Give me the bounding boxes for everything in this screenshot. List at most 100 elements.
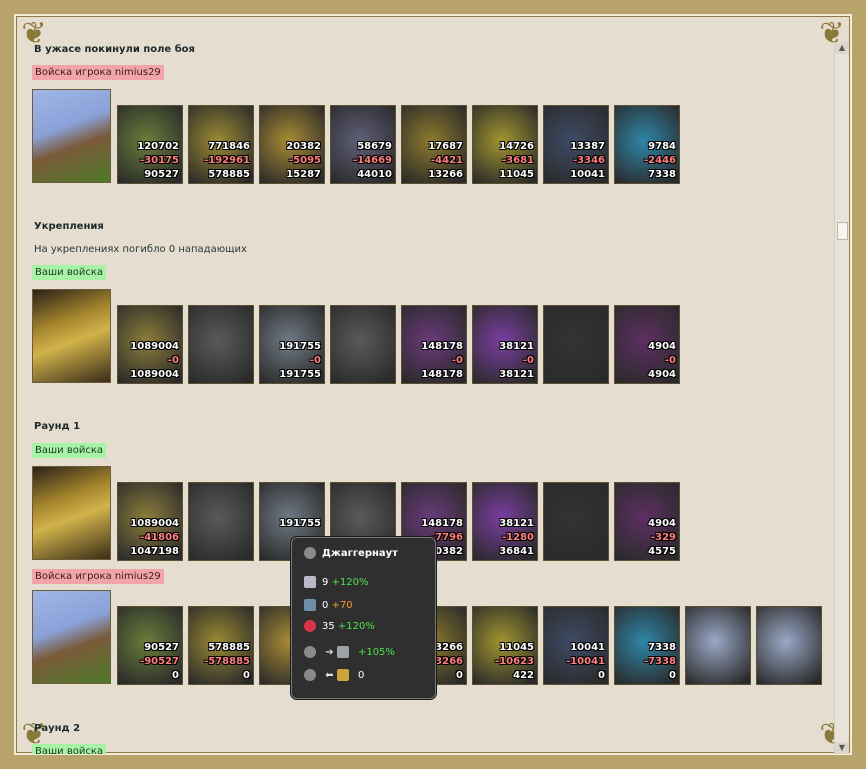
tooltip-title: Джаггернаут bbox=[322, 548, 398, 559]
unit-count-remaining: 44010 bbox=[357, 169, 392, 180]
unit-count-start: 191755 bbox=[279, 518, 321, 529]
unit-count-start: 38121 bbox=[499, 341, 534, 352]
unit-count-start: 20382 bbox=[286, 141, 321, 152]
enemy-army-tag: Войска игрока nimius29 bbox=[32, 569, 164, 584]
unit-count-lost: -90527 bbox=[140, 656, 179, 667]
unit-count-lost: -7338 bbox=[644, 656, 676, 667]
unit-portrait-icon bbox=[189, 483, 253, 560]
own-army-tag: Ваши войска bbox=[32, 744, 106, 754]
defense-bonus: +70 bbox=[331, 600, 353, 611]
unit-count-lost: -3346 bbox=[573, 155, 605, 166]
unit-card[interactable] bbox=[188, 482, 254, 561]
unit-count-remaining: 10041 bbox=[570, 169, 605, 180]
attack-value: 9 bbox=[322, 577, 329, 588]
unit-count-lost: -10623 bbox=[495, 656, 534, 667]
unit-portrait-icon bbox=[331, 306, 395, 383]
unit-card[interactable]: 4904 -0 4904 bbox=[614, 305, 680, 384]
unit-card[interactable]: 11045 -10623 422 bbox=[472, 606, 538, 685]
unit-count-lost: -1280 bbox=[502, 532, 534, 543]
unit-count-remaining: 11045 bbox=[499, 169, 534, 180]
scroll-thumb[interactable] bbox=[837, 222, 848, 240]
section-title-fled: В ужасе покинули поле боя bbox=[34, 44, 195, 55]
unit-card[interactable]: 38121 -0 38121 bbox=[472, 305, 538, 384]
unit-count-start: 11045 bbox=[499, 642, 534, 653]
scroll-up-arrow-icon[interactable]: ▲ bbox=[835, 42, 849, 54]
own-hero-portrait[interactable] bbox=[32, 289, 111, 383]
unit-card[interactable]: 20382 -5095 15287 bbox=[259, 105, 325, 184]
unit-portrait-icon bbox=[189, 306, 253, 383]
unit-count-remaining: 4575 bbox=[648, 546, 676, 557]
unit-card[interactable]: 14726 -3681 11045 bbox=[472, 105, 538, 184]
unit-card[interactable]: 148178 -0 148178 bbox=[401, 305, 467, 384]
unit-card[interactable]: 771846 -192961 578885 bbox=[188, 105, 254, 184]
unit-count-remaining: 13266 bbox=[428, 169, 463, 180]
unit-card[interactable]: 10041 -10041 0 bbox=[543, 606, 609, 685]
unit-count-remaining: 422 bbox=[513, 670, 534, 681]
unit-card[interactable]: 90527 -90527 0 bbox=[117, 606, 183, 685]
unit-count-lost: -0 bbox=[309, 355, 321, 366]
unit-count-start: 771846 bbox=[208, 141, 250, 152]
unit-card[interactable]: 578885 -578885 0 bbox=[188, 606, 254, 685]
unit-count-start: 17687 bbox=[428, 141, 463, 152]
unit-card[interactable] bbox=[756, 606, 822, 685]
unit-count-start: 7338 bbox=[648, 642, 676, 653]
unit-count-remaining: 4904 bbox=[648, 369, 676, 380]
unit-count-start: 14726 bbox=[499, 141, 534, 152]
unit-count-remaining: 7338 bbox=[648, 169, 676, 180]
health-bonus: +120% bbox=[337, 621, 375, 632]
unit-count-start: 4904 bbox=[648, 341, 676, 352]
unit-count-start: 148178 bbox=[421, 341, 463, 352]
unit-card[interactable]: 7338 -7338 0 bbox=[614, 606, 680, 685]
unit-count-lost: -30175 bbox=[140, 155, 179, 166]
enemy-army-tag: Войска игрока nimius29 bbox=[32, 65, 164, 80]
unit-count-remaining: 191755 bbox=[279, 369, 321, 380]
unit-count-lost: -10041 bbox=[566, 656, 605, 667]
unit-count-start: 1089004 bbox=[130, 341, 179, 352]
unit-card[interactable]: 191755 -0 191755 bbox=[259, 305, 325, 384]
unit-card[interactable] bbox=[685, 606, 751, 685]
unit-count-start: 10041 bbox=[570, 642, 605, 653]
unit-count-remaining: 36841 bbox=[499, 546, 534, 557]
scroll-down-arrow-icon[interactable]: ▼ bbox=[835, 742, 849, 754]
unit-card[interactable]: 4904 -329 4575 bbox=[614, 482, 680, 561]
row5-value: 0 bbox=[357, 670, 365, 681]
unit-card[interactable]: 1089004 -0 1089004 bbox=[117, 305, 183, 384]
unit-card[interactable] bbox=[188, 305, 254, 384]
unit-card[interactable]: 17687 -4421 13266 bbox=[401, 105, 467, 184]
target-unit-icon bbox=[336, 646, 349, 658]
unit-card[interactable] bbox=[543, 305, 609, 384]
unit-count-remaining: 1047198 bbox=[130, 546, 179, 557]
section-title-round-2: Раунд 2 bbox=[34, 723, 81, 734]
unit-count-lost: -0 bbox=[664, 355, 676, 366]
unit-card[interactable] bbox=[543, 482, 609, 561]
vertical-scrollbar[interactable]: ▲ ▼ bbox=[834, 42, 849, 754]
unit-count-start: 13387 bbox=[570, 141, 605, 152]
unit-tooltip: Джаггернаут 9 +120% 0 +70 35 +120% ➔ +10… bbox=[291, 537, 436, 699]
unit-card[interactable]: 38121 -1280 36841 bbox=[472, 482, 538, 561]
unit-card[interactable] bbox=[330, 305, 396, 384]
unit-count-start: 148178 bbox=[421, 518, 463, 529]
unit-portrait-icon bbox=[544, 483, 608, 560]
unit-count-start: 9784 bbox=[648, 141, 676, 152]
enemy-hero-portrait[interactable] bbox=[32, 590, 111, 684]
versus-bonus: +105% bbox=[357, 647, 395, 658]
unit-count-remaining: 15287 bbox=[286, 169, 321, 180]
section-title-fortifications: Укрепления bbox=[34, 221, 104, 232]
unit-card[interactable]: 120702 -30175 90527 bbox=[117, 105, 183, 184]
juggernaut-icon bbox=[304, 646, 316, 658]
unit-count-remaining: 0 bbox=[243, 670, 250, 681]
shield-icon bbox=[304, 599, 316, 611]
unit-count-lost: -4421 bbox=[431, 155, 463, 166]
unit-card[interactable]: 58679 -14669 44010 bbox=[330, 105, 396, 184]
own-hero-portrait[interactable] bbox=[32, 466, 111, 560]
fortifications-note: На укреплениях погибло 0 нападающих bbox=[34, 244, 247, 255]
own-army-tag: Ваши войска bbox=[32, 443, 106, 458]
unit-count-remaining: 578885 bbox=[208, 169, 250, 180]
unit-card[interactable]: 13387 -3346 10041 bbox=[543, 105, 609, 184]
defense-value: 0 bbox=[322, 600, 329, 611]
unit-card[interactable]: 1089004 -41806 1047198 bbox=[117, 482, 183, 561]
unit-count-lost: -192961 bbox=[204, 155, 250, 166]
enemy-hero-portrait[interactable] bbox=[32, 89, 111, 183]
unit-card[interactable]: 9784 -2446 7338 bbox=[614, 105, 680, 184]
unit-count-remaining: 0 bbox=[456, 670, 463, 681]
